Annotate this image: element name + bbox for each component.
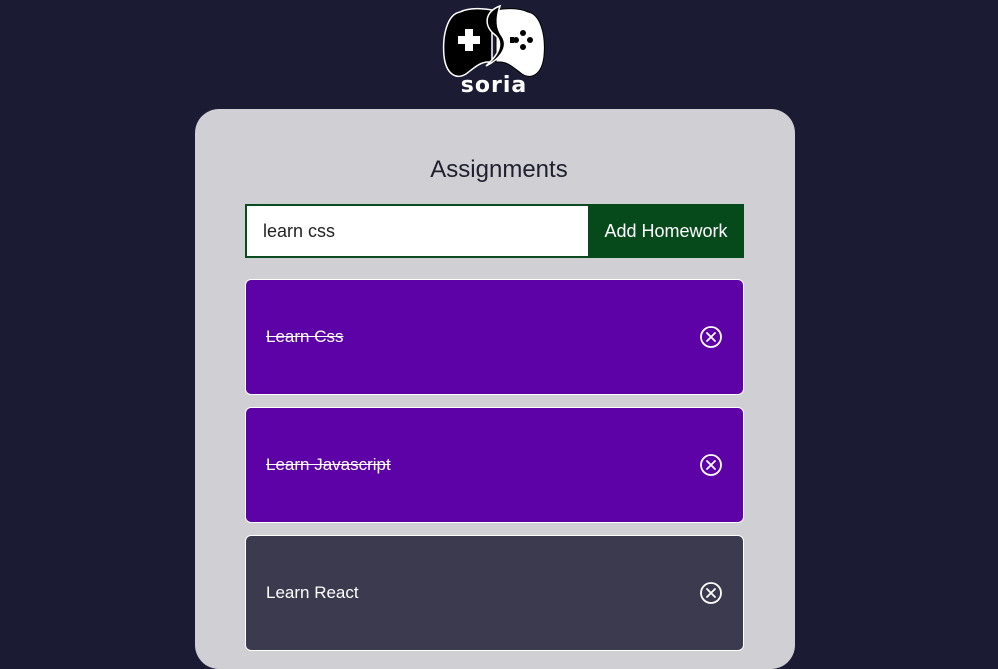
task-item[interactable]: Learn Javascript	[245, 407, 744, 523]
gamepad-icon	[442, 4, 545, 77]
close-circle-icon[interactable]	[699, 581, 723, 605]
brand-name: soria	[460, 73, 528, 98]
task-label: Learn React	[266, 583, 359, 602]
task-label: Learn Css	[266, 327, 344, 346]
task-item[interactable]: Learn React	[245, 535, 744, 651]
close-circle-icon[interactable]	[699, 453, 723, 477]
task-label: Learn Javascript	[266, 455, 391, 474]
homework-input[interactable]	[245, 204, 588, 258]
add-homework-button[interactable]: Add Homework	[588, 204, 744, 258]
task-item[interactable]: Learn Css	[245, 279, 744, 395]
brand-logo: soria	[440, 4, 548, 98]
add-homework-form: Add Homework	[245, 204, 744, 258]
close-circle-icon[interactable]	[699, 325, 723, 349]
page-title: Assignments	[430, 156, 568, 183]
